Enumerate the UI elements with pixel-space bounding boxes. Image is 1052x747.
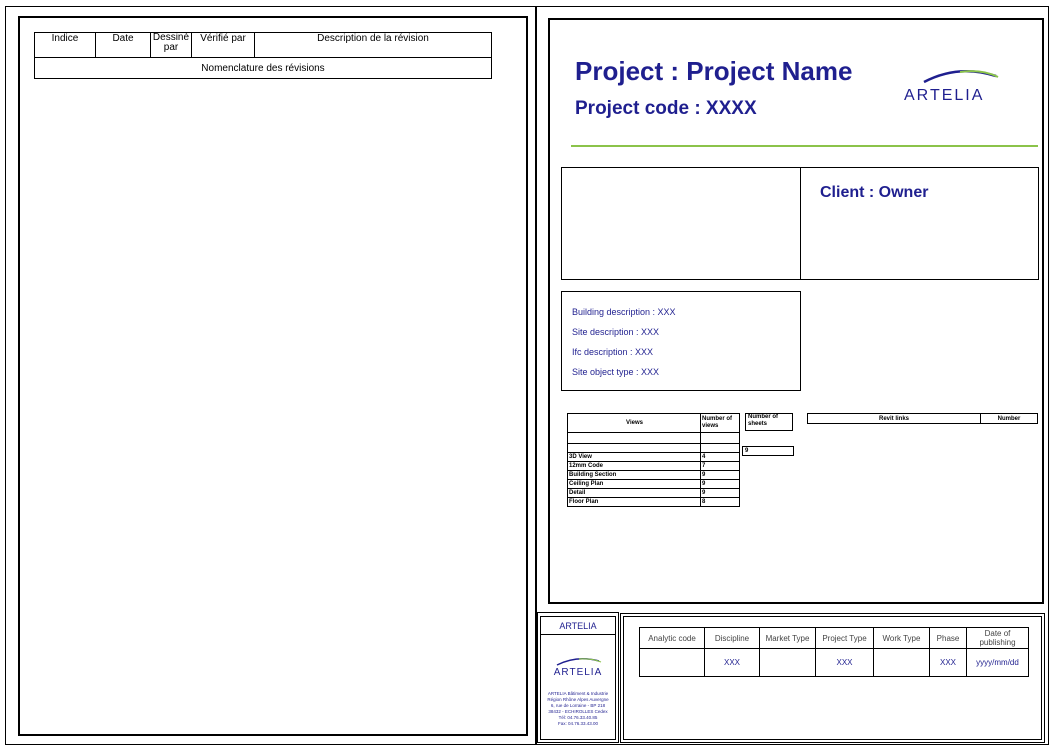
market-type-header: Market Type xyxy=(759,627,816,649)
views-blank-row-2 xyxy=(567,443,740,453)
company-logo-text: ARTELIA xyxy=(553,667,603,678)
discipline-value: XXX xyxy=(704,648,760,677)
phase-value: XXX xyxy=(929,648,967,677)
view-count: 7 xyxy=(700,461,740,471)
revision-header-row: Indice Date Dessiné par Vérifié par Desc… xyxy=(34,32,492,58)
views-row: Building Section 9 xyxy=(567,470,740,480)
view-name: Building Section xyxy=(567,470,701,480)
publishing-values-row: XXX XXX XXX yyyy/mm/dd xyxy=(639,648,1029,677)
project-type-value: XXX xyxy=(815,648,874,677)
green-separator xyxy=(571,145,1038,147)
views-header-row: Views Number of views xyxy=(567,413,740,433)
revit-links-header: Revit links xyxy=(807,413,981,424)
views-blank-row-1 xyxy=(567,432,740,444)
view-name: Detail xyxy=(567,488,701,498)
publishing-table: Analytic code Discipline Market Type Pro… xyxy=(639,627,1029,677)
address-line: Fax: 04.76.33.43.00 xyxy=(557,721,599,726)
analytic-code-value xyxy=(639,648,705,677)
views-row: Floor Plan 8 xyxy=(567,497,740,507)
artelia-swoosh-icon xyxy=(923,70,999,84)
image-box xyxy=(561,167,801,280)
project-type-header: Project Type xyxy=(815,627,874,649)
view-count: 9 xyxy=(700,470,740,480)
rev-col-date: Date xyxy=(95,32,151,58)
view-name: 3D View xyxy=(567,452,701,462)
nomenclature-row: Nomenclature des révisions xyxy=(34,57,492,79)
rev-col-indice: Indice xyxy=(34,32,96,58)
view-count: 9 xyxy=(700,488,740,498)
views-row: 3D View 4 xyxy=(567,452,740,462)
number-of-sheets-header: Number of sheets xyxy=(745,413,793,431)
artelia-small-swoosh-icon xyxy=(556,658,602,666)
revision-table: Indice Date Dessiné par Vérifié par Desc… xyxy=(34,32,492,79)
nomenclature-label: Nomenclature des révisions xyxy=(34,57,492,79)
company-box-divider xyxy=(541,634,615,635)
date-of-publishing-value: yyyy/mm/dd xyxy=(966,648,1029,677)
view-name: Floor Plan xyxy=(567,497,701,507)
view-name: Ceiling Plan xyxy=(567,479,701,489)
building-description: Building description : XXX xyxy=(572,307,676,317)
site-description: Site description : XXX xyxy=(572,327,660,337)
rev-col-verifie: Vérifié par xyxy=(191,32,255,58)
date-of-publishing-header: Date of publishing xyxy=(966,627,1029,649)
view-count: 8 xyxy=(700,497,740,507)
project-name-title: Project : Project Name xyxy=(575,56,853,86)
views-table: Views Number of views 3D View 4 12mm Code… xyxy=(567,413,740,507)
market-type-value xyxy=(759,648,816,677)
number-of-sheets-value: 9 xyxy=(742,446,794,456)
number-of-views-header: Number of views xyxy=(700,413,740,433)
project-code-title: Project code : XXXX xyxy=(575,98,757,119)
rev-col-description: Description de la révision xyxy=(254,32,492,58)
company-box-title: ARTELIA xyxy=(559,621,597,631)
artelia-logo: ARTELIA xyxy=(898,62,1024,108)
revit-links-table: Revit links Number xyxy=(807,413,1038,424)
view-count: 9 xyxy=(700,479,740,489)
analytic-code-header: Analytic code xyxy=(639,627,705,649)
revit-links-header-row: Revit links Number xyxy=(807,413,1038,424)
views-row: Detail 9 xyxy=(567,488,740,498)
view-name: 12mm Code xyxy=(567,461,701,471)
phase-header: Phase xyxy=(929,627,967,649)
company-box-inner: ARTELIA ARTELIA ARTELIA Bâtiment & Indus… xyxy=(540,616,616,740)
views-row: 12mm Code 7 xyxy=(567,461,740,471)
view-count: 4 xyxy=(700,452,740,462)
sheet-frame-left-inner xyxy=(18,16,528,736)
work-type-header: Work Type xyxy=(873,627,930,649)
views-row: Ceiling Plan 9 xyxy=(567,479,740,489)
company-address: ARTELIA Bâtiment & Industrie Région Rhôn… xyxy=(541,691,615,727)
client-label: Client : Owner xyxy=(820,184,929,201)
discipline-header: Discipline xyxy=(704,627,760,649)
publishing-header-row: Analytic code Discipline Market Type Pro… xyxy=(639,627,1029,649)
site-object-type: Site object type : XXX xyxy=(572,367,660,377)
revit-links-number-header: Number xyxy=(980,413,1038,424)
ifc-description: Ifc description : XXX xyxy=(572,347,654,357)
info-box: Building description : XXX Site descript… xyxy=(561,291,801,391)
work-type-value xyxy=(873,648,930,677)
rev-col-dessine: Dessiné par xyxy=(150,32,192,58)
artelia-logo-text: ARTELIA xyxy=(904,87,985,104)
views-header: Views xyxy=(567,413,701,433)
